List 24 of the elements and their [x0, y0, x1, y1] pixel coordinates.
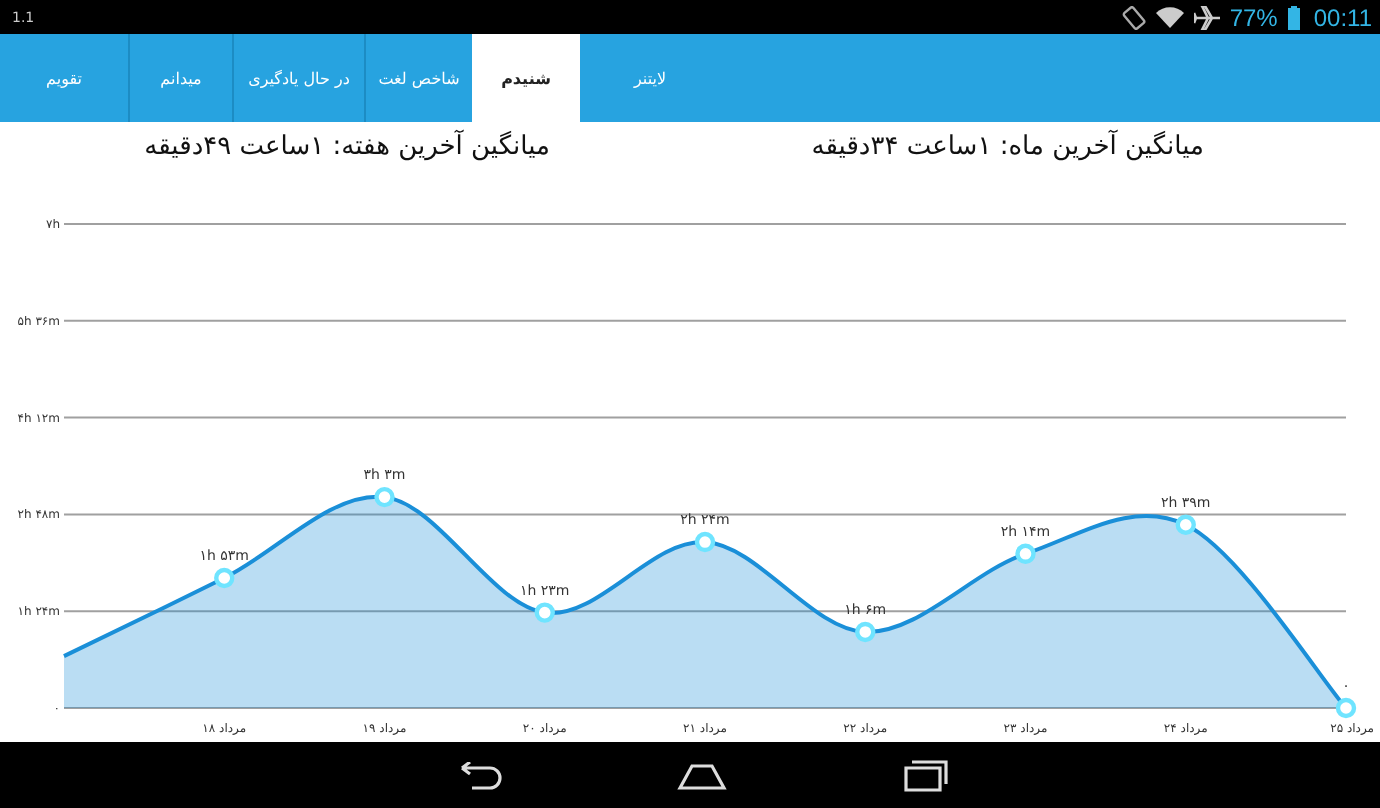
battery-icon [1287, 5, 1300, 29]
data-point [374, 486, 395, 508]
wifi-icon [1155, 6, 1184, 28]
tab[interactable]: شنیدم [472, 34, 580, 122]
average-text: میانگین آخرین ماه: ۱ساعت ۳۴دقیقه [809, 132, 1206, 162]
recent-apps-icon[interactable] [900, 759, 948, 791]
average-text: میانگین آخرین هفته: ۱ساعت ۴۹دقیقه [142, 132, 552, 162]
data-point [855, 621, 876, 643]
data-point [1015, 543, 1036, 564]
tab[interactable]: شاخص لغت [364, 34, 472, 122]
home-icon[interactable] [676, 761, 728, 789]
data-point [534, 602, 555, 623]
data-point [214, 567, 235, 589]
tab[interactable]: میدانم [128, 34, 232, 122]
data-point [1335, 697, 1357, 719]
airplane-icon [1193, 5, 1220, 29]
data-point [1175, 514, 1196, 535]
battery-percent: 77% [1229, 3, 1278, 31]
tab[interactable]: در حال یادگیری [232, 34, 364, 122]
screen-rotation-icon [1121, 5, 1146, 29]
tab[interactable]: لایتنر [580, 34, 720, 122]
data-point [694, 531, 716, 553]
clock: 00:11 [1313, 3, 1372, 31]
tab[interactable]: تقویم [0, 34, 128, 122]
